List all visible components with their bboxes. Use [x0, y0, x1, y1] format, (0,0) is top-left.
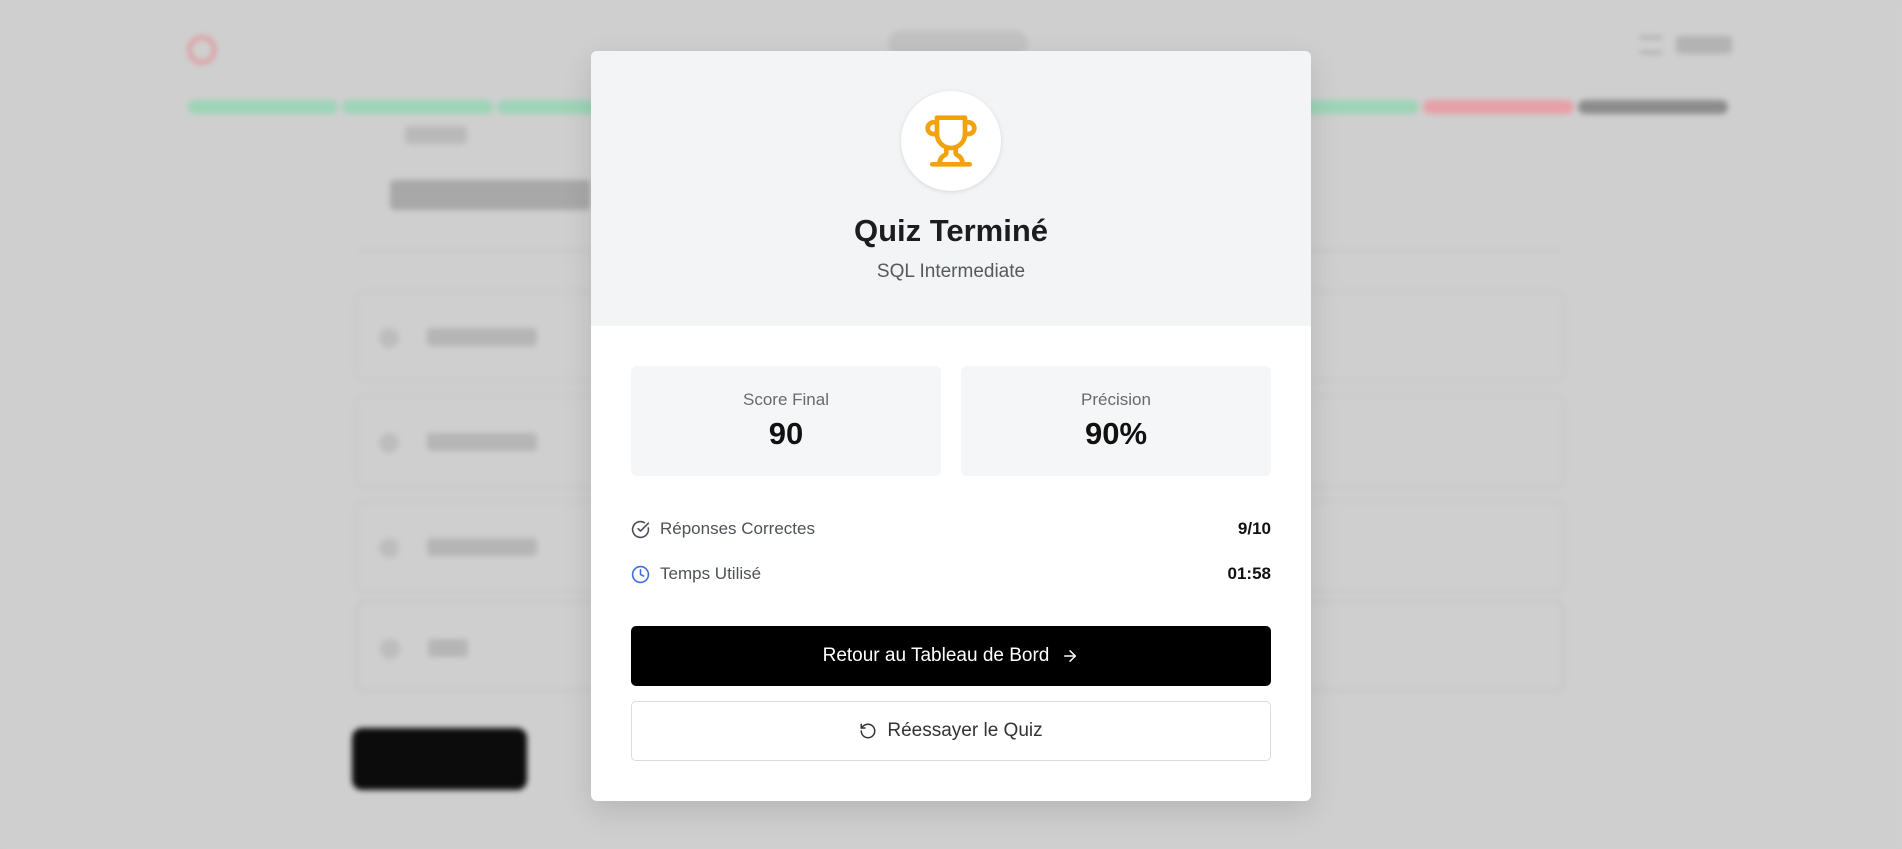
stat-label: Score Final: [743, 390, 829, 409]
option-text: [427, 433, 537, 451]
background-continue-button: [352, 728, 527, 790]
modal-title: Quiz Terminé: [853, 213, 1049, 248]
option-text: [428, 639, 468, 657]
background-question-number: [405, 126, 467, 144]
option-text: [427, 328, 537, 346]
check-circle-icon: [631, 520, 650, 539]
progress-segment: [342, 100, 493, 114]
background-menu-label: [1676, 36, 1732, 54]
detail-row-time-used: Temps Utilisé 01:58: [631, 559, 1271, 589]
option-radio-icon: [379, 433, 399, 453]
progress-segment: [188, 100, 339, 114]
background-logo-icon: [188, 36, 216, 64]
detail-left: Réponses Correctes: [631, 519, 815, 539]
clock-icon: [631, 565, 650, 584]
background-menu-icon: [1640, 36, 1662, 54]
retry-icon: [859, 722, 877, 740]
option-text: [427, 538, 537, 556]
detail-value: 01:58: [1227, 564, 1271, 583]
detail-label: Temps Utilisé: [660, 564, 762, 583]
progress-segment: [1577, 100, 1729, 114]
arrow-right-icon: [1061, 647, 1079, 665]
detail-value: 9/10: [1237, 519, 1271, 538]
background-question-title: [390, 180, 590, 210]
retry-quiz-label: Réessayer le Quiz: [887, 720, 1043, 741]
trophy-icon: [923, 113, 979, 169]
quiz-result-modal: Quiz Terminé SQL Intermediate Score Fina…: [591, 51, 1311, 801]
progress-segment: [1423, 100, 1574, 114]
background-logo: [188, 36, 230, 64]
detail-label: Réponses Correctes: [660, 519, 815, 538]
trophy-badge: [901, 91, 1001, 191]
quiz-name: SQL Intermediate: [876, 261, 1026, 282]
background-menu: [1640, 36, 1732, 54]
detail-left: Temps Utilisé: [631, 564, 761, 584]
stat-label: Précision: [1081, 390, 1151, 409]
retry-quiz-button[interactable]: Réessayer le Quiz: [631, 701, 1271, 761]
option-radio-icon: [379, 538, 399, 558]
detail-row-empty: [631, 421, 1271, 451]
back-to-dashboard-button[interactable]: Retour au Tableau de Bord: [631, 626, 1271, 686]
back-to-dashboard-label: Retour au Tableau de Bord: [822, 645, 1050, 666]
option-radio-icon: [379, 328, 399, 348]
option-radio-icon: [380, 639, 400, 659]
modal-header: Quiz Terminé SQL Intermediate: [591, 51, 1311, 326]
detail-row-correct-answers-main: Réponses Correctes 9/10: [631, 514, 1271, 544]
background-logo-text: [224, 39, 230, 62]
